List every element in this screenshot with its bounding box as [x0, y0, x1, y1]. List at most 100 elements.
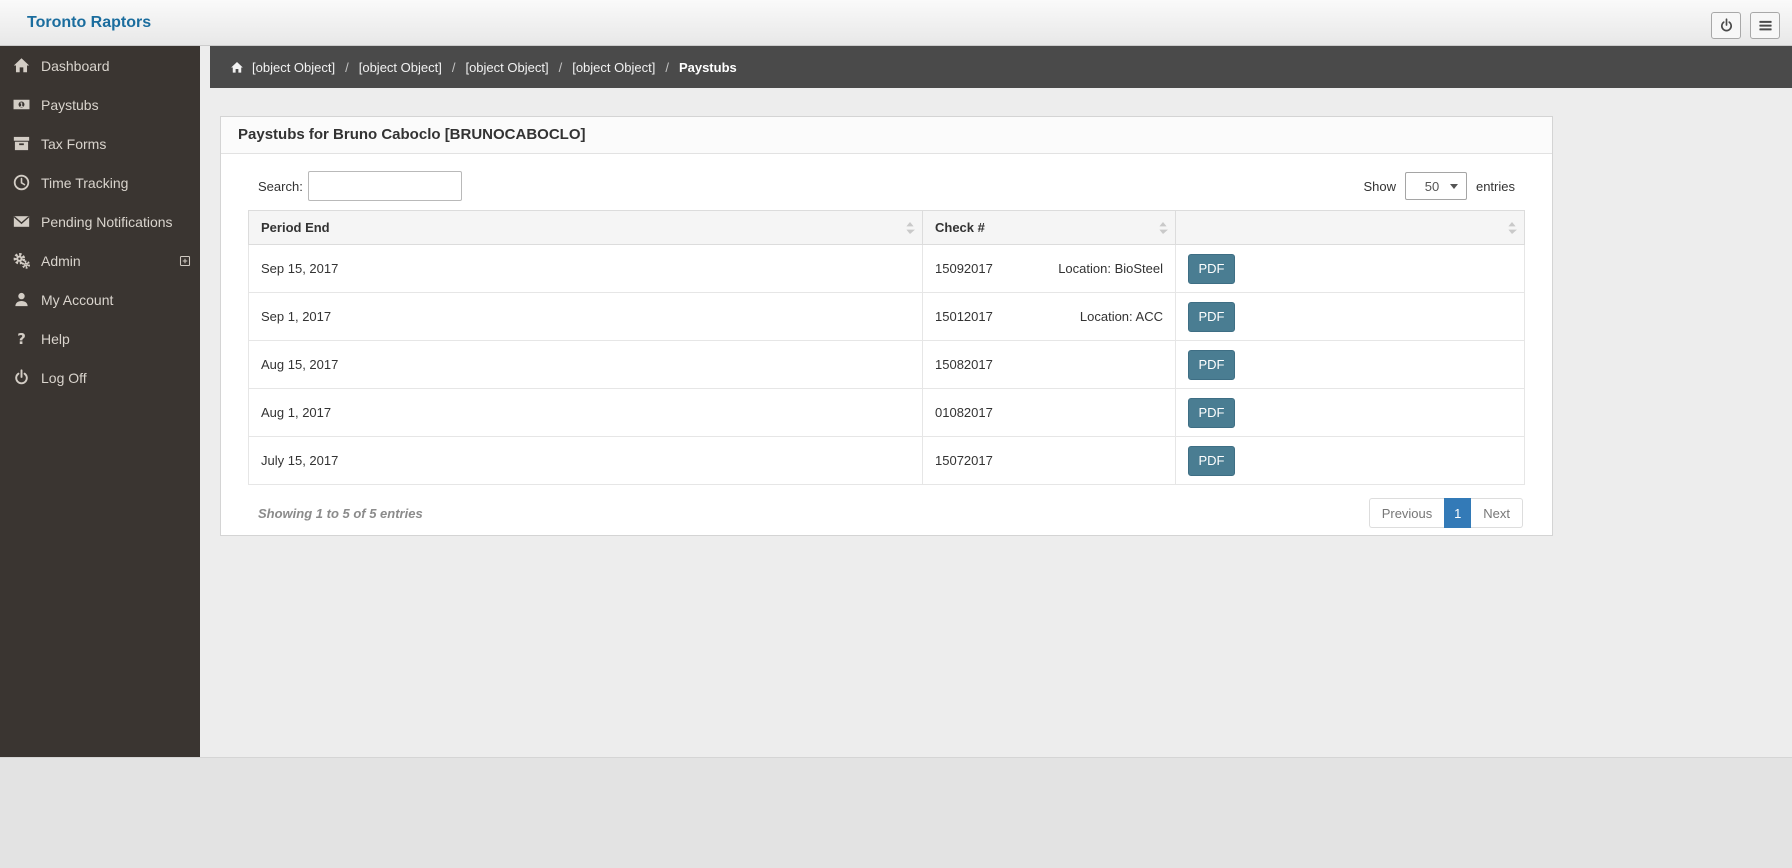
chevron-down-icon [1449, 183, 1458, 189]
topbar-icon-button[interactable] [1750, 12, 1780, 39]
home-icon [13, 57, 30, 74]
page-length-select[interactable]: 50 [1404, 172, 1467, 200]
pdf-button[interactable]: PDF [1188, 253, 1235, 284]
pdf-button[interactable]: PDF [1188, 349, 1235, 380]
sidebar-item-label: Paystubs [41, 96, 99, 113]
column-header[interactable] [1175, 210, 1525, 245]
action-cell: PDF [1175, 244, 1525, 293]
page-title: Paystubs for Bruno Caboclo [BRUNOCABOCLO… [221, 117, 1552, 154]
breadcrumb-separator: / [451, 59, 456, 75]
app-window: Toronto Raptors Dashboard 1 Paystubs Tax… [0, 0, 1792, 868]
breadcrumb-separator: / [345, 59, 349, 75]
previous-page-button[interactable]: Previous [1368, 498, 1445, 528]
plus-square-icon[interactable] [179, 255, 191, 267]
check-number: 15012017 [935, 309, 993, 324]
sidebar-item-tax-forms[interactable]: Tax Forms [0, 124, 200, 163]
sidebar-item-help[interactable]: ? Help [0, 319, 200, 358]
check-number-cell: 15012017 Location: ACC [922, 292, 1176, 341]
action-cell: PDF [1175, 388, 1525, 437]
search-label: Search: [258, 178, 303, 194]
table-row: Sep 1, 2017 15012017 Location: ACC PDF [248, 292, 1525, 341]
page-length-value: 50 [1424, 178, 1440, 194]
sidebar-item-label: Tax Forms [41, 135, 107, 152]
sidebar-item-log-off[interactable]: Log Off [0, 358, 200, 397]
envelope-icon [13, 213, 30, 230]
table-row: Aug 15, 2017 15082017 PDF [248, 340, 1525, 389]
table-header-row: Period End Check # [248, 210, 1525, 245]
action-cell: PDF [1175, 292, 1525, 341]
pagination: Previous 1 Next [1368, 498, 1523, 528]
action-cell: PDF [1175, 436, 1525, 485]
menu-icon [1758, 18, 1773, 33]
pdf-button[interactable]: PDF [1188, 397, 1235, 428]
breadcrumb-separator: / [665, 59, 669, 75]
page-1-button[interactable]: 1 [1444, 498, 1472, 528]
paystubs-table: Period End Check # Sep 15, 2017 15092017… [248, 210, 1525, 485]
breadcrumb-links: [object Object] / [object Object] / [obj… [252, 60, 679, 75]
check-number: 15082017 [935, 357, 993, 372]
page-footer-band [0, 757, 1792, 868]
entries-info: Showing 1 to 5 of 5 entries [258, 505, 423, 521]
search-input[interactable] [307, 171, 462, 201]
sidebar-item-label: Pending Notifications [41, 213, 173, 230]
sidebar-item-label: Dashboard [41, 57, 110, 74]
sidebar-item-my-account[interactable]: My Account [0, 280, 200, 319]
paystubs-panel: Paystubs for Bruno Caboclo [BRUNOCABOCLO… [220, 116, 1553, 536]
power-icon [13, 369, 30, 386]
period-end-cell: Aug 15, 2017 [248, 340, 923, 389]
breadcrumb-link[interactable]: [object Object] [359, 60, 442, 75]
action-cell: PDF [1175, 340, 1525, 389]
pdf-button[interactable]: PDF [1188, 301, 1235, 332]
svg-text:1: 1 [19, 103, 23, 109]
sidebar-item-time-tracking[interactable]: Time Tracking [0, 163, 200, 202]
table-body: Sep 15, 2017 15092017 Location: BioSteel… [248, 244, 1525, 485]
table-row: Sep 15, 2017 15092017 Location: BioSteel… [248, 244, 1525, 293]
sidebar-item-admin[interactable]: Admin [0, 241, 200, 280]
sidebar-item-dashboard[interactable]: Dashboard [0, 46, 200, 85]
location-label: Location: BioSteel [1058, 261, 1163, 276]
sidebar-item-pending-notifications[interactable]: Pending Notifications [0, 202, 200, 241]
check-number: 15072017 [935, 453, 993, 468]
topbar-icon-button[interactable] [1711, 12, 1741, 39]
main-content: [object Object] / [object Object] / [obj… [200, 46, 1792, 757]
sidebar-item-paystubs[interactable]: 1 Paystubs [0, 85, 200, 124]
money-icon: 1 [13, 96, 30, 113]
period-end-cell: Sep 1, 2017 [248, 292, 923, 341]
show-label: Show [1363, 178, 1396, 194]
sort-icon [905, 221, 915, 235]
column-header-label: Period End [261, 220, 330, 235]
sidebar-item-label: Log Off [41, 369, 87, 386]
sidebar-item-label: Help [41, 330, 70, 347]
archive-icon [13, 135, 30, 152]
user-icon [13, 291, 30, 308]
period-end-cell: Sep 15, 2017 [248, 244, 923, 293]
sort-icon [1158, 221, 1168, 235]
power-icon [1719, 18, 1734, 33]
home-icon [230, 61, 244, 74]
column-header[interactable]: Period End [248, 210, 923, 245]
sidebar-item-label: Admin [41, 252, 81, 269]
sort-icon [1507, 221, 1517, 235]
brand-link[interactable]: Toronto Raptors [27, 0, 151, 45]
sidebar-item-label: My Account [41, 291, 114, 308]
breadcrumb-link[interactable]: [object Object] [465, 60, 548, 75]
question-icon: ? [13, 330, 30, 347]
check-number-cell: 15092017 Location: BioSteel [922, 244, 1176, 293]
panel-body: Search: Show 50 entries Period End Check… [221, 154, 1552, 535]
breadcrumb-link[interactable]: [object Object] [572, 60, 655, 75]
breadcrumb-link[interactable]: [object Object] [252, 60, 335, 75]
check-number: 15092017 [935, 261, 993, 276]
table-footer: Showing 1 to 5 of 5 entries Previous 1 N… [248, 498, 1525, 528]
column-header-label: Check # [935, 220, 985, 235]
column-header[interactable]: Check # [922, 210, 1176, 245]
breadcrumb: [object Object] / [object Object] / [obj… [210, 46, 1792, 88]
top-bar: Toronto Raptors [0, 0, 1792, 46]
table-row: July 15, 2017 15072017 PDF [248, 436, 1525, 485]
svg-text:?: ? [17, 330, 26, 347]
page-length-control: Show 50 entries [1363, 172, 1515, 200]
next-page-button[interactable]: Next [1471, 498, 1523, 528]
check-number-cell: 01082017 [922, 388, 1176, 437]
pdf-button[interactable]: PDF [1188, 445, 1235, 476]
sidebar-item-label: Time Tracking [41, 174, 129, 191]
breadcrumb-current: Paystubs [678, 59, 737, 75]
